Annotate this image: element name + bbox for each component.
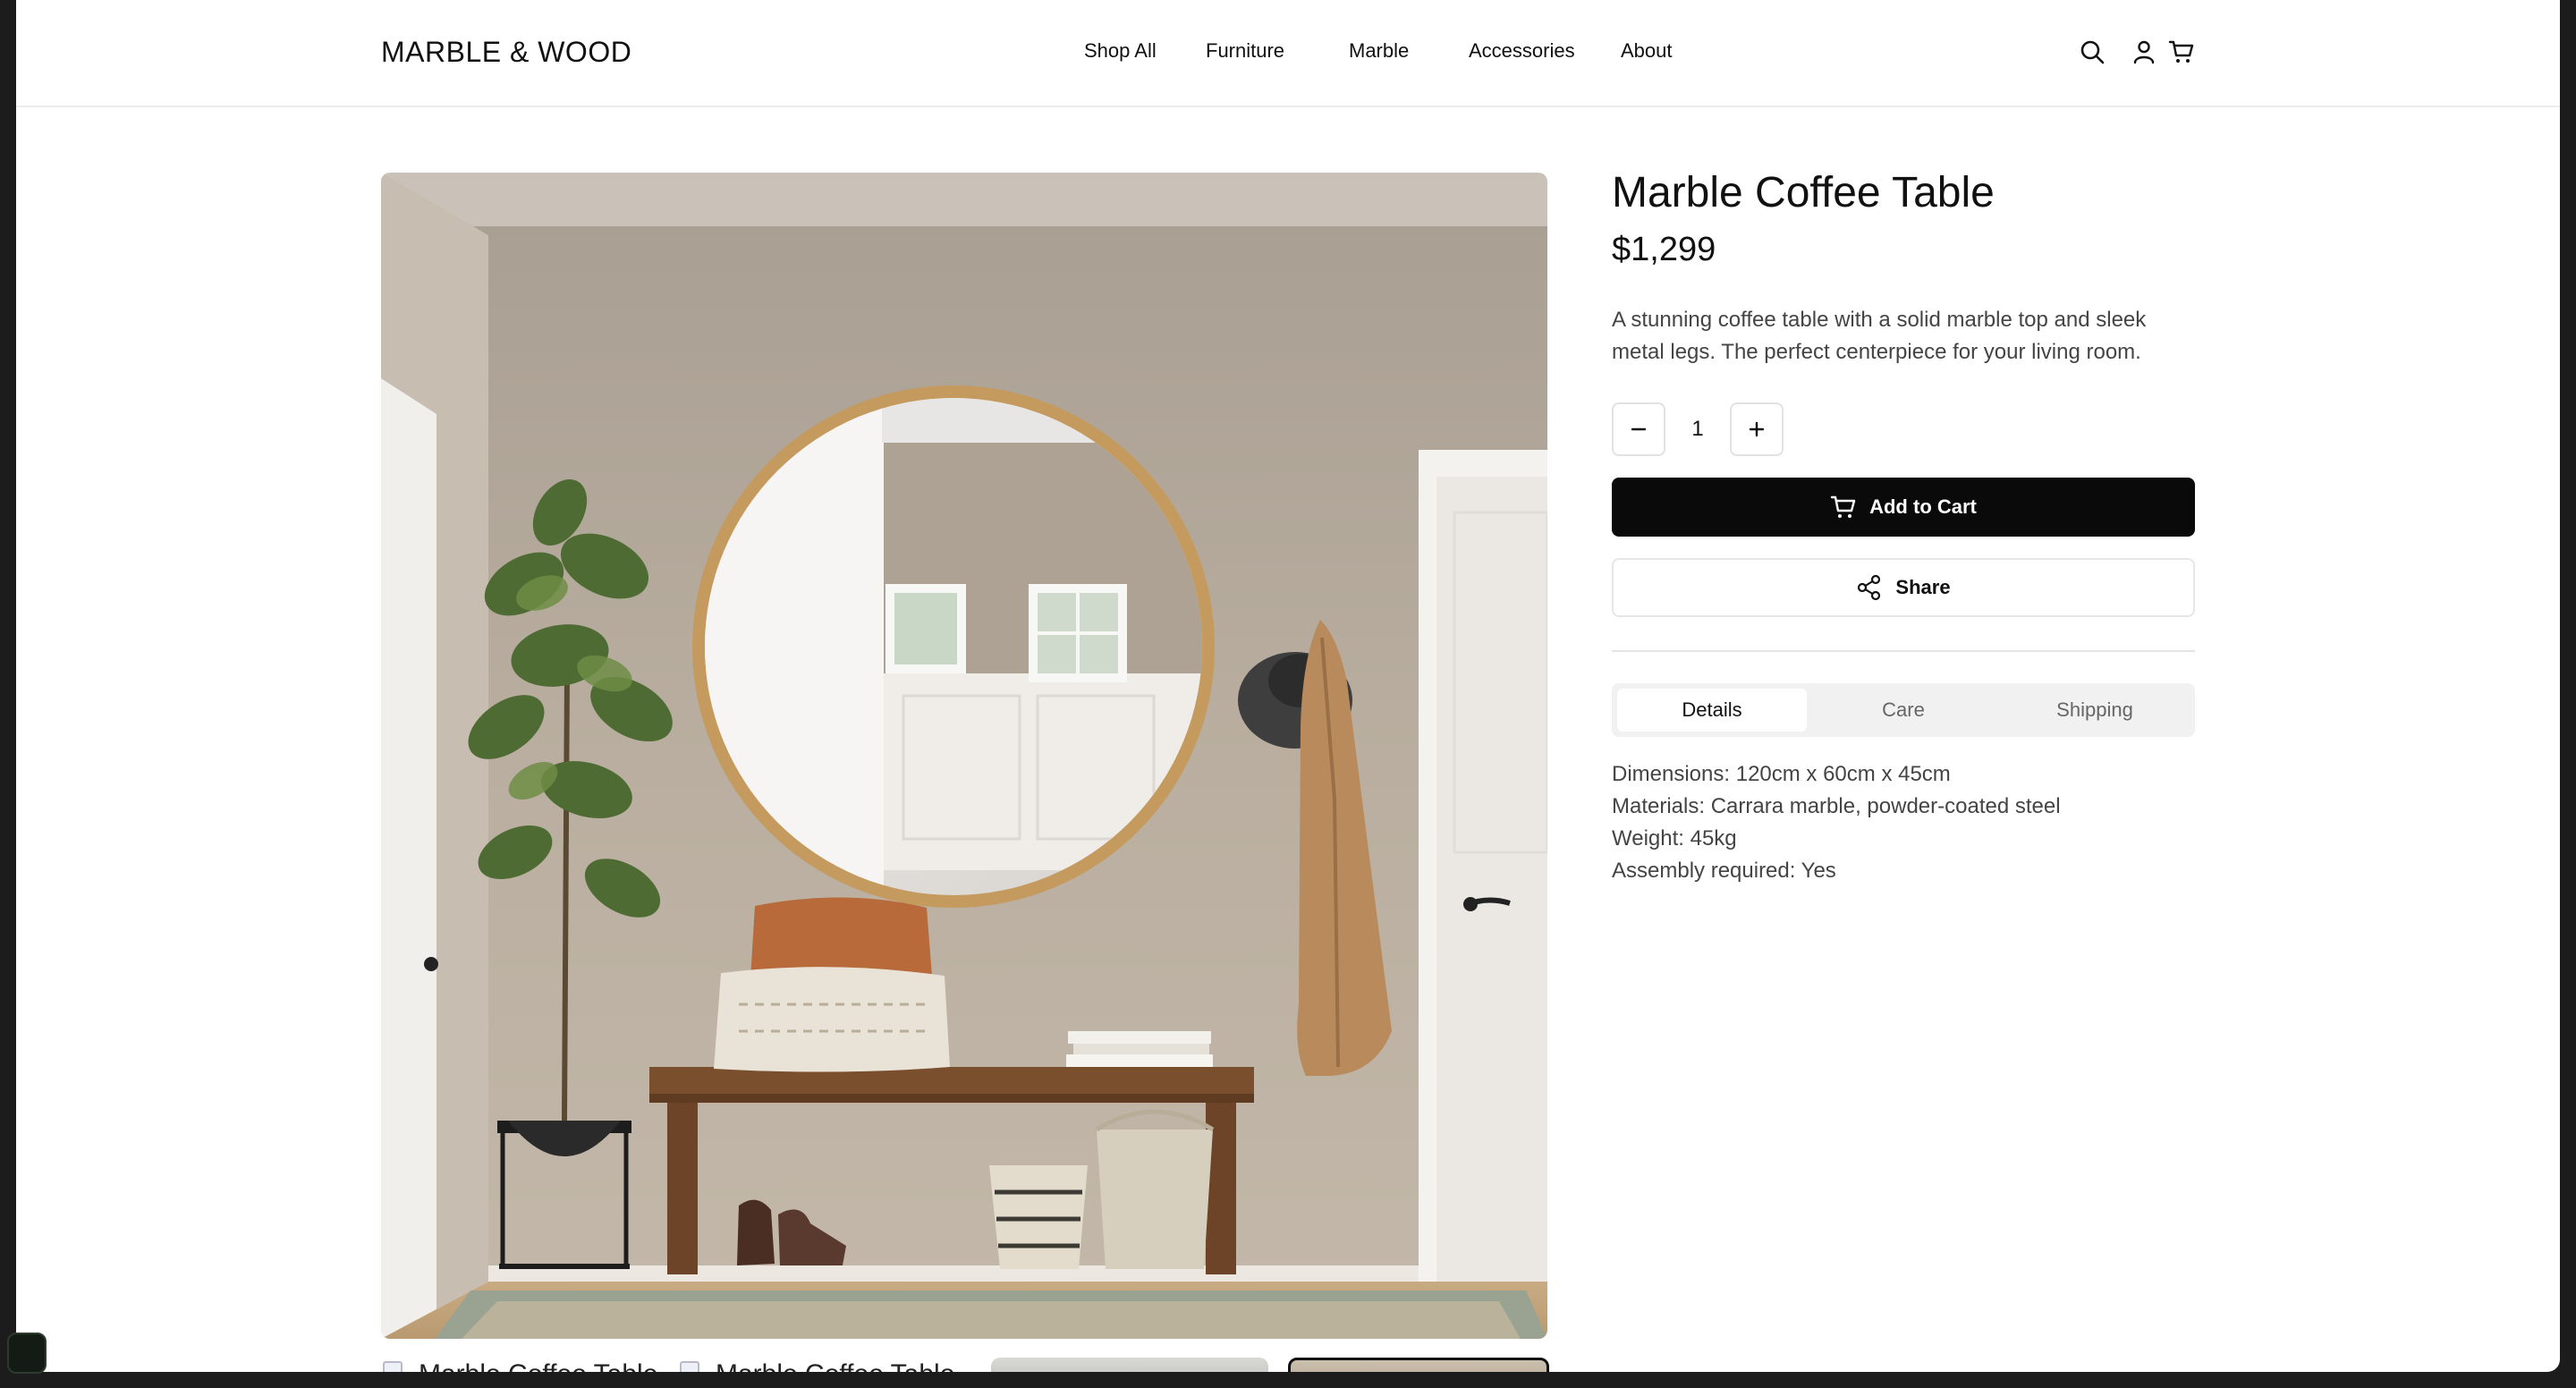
broken-image-icon bbox=[383, 1361, 402, 1372]
brand-logo[interactable]: MARBLE & WOOD bbox=[381, 36, 631, 69]
product-title: Marble Coffee Table bbox=[1612, 169, 1995, 216]
share-button[interactable]: Share bbox=[1612, 558, 2195, 617]
nav-marble[interactable]: Marble bbox=[1349, 39, 1409, 63]
quantity-value[interactable]: 1 bbox=[1667, 402, 1728, 456]
add-to-cart-button[interactable]: Add to Cart bbox=[1612, 478, 2195, 537]
browser-window: MARBLE & WOOD Shop All Furniture Marble … bbox=[16, 0, 2560, 1372]
detail-dimensions: Dimensions: 120cm x 60cm x 45cm bbox=[1612, 762, 1951, 786]
thumbnail-alt-text: Marble Coffee Table bbox=[716, 1359, 954, 1372]
tab-care[interactable]: Care bbox=[1809, 689, 1998, 732]
thumbnail-image[interactable] bbox=[991, 1358, 1268, 1372]
minus-icon bbox=[1631, 427, 1647, 431]
details-panel: Dimensions: 120cm x 60cm x 45cm Material… bbox=[1612, 758, 2061, 887]
thumbnail-image[interactable]: Marble Coffee Table bbox=[381, 1358, 658, 1372]
devtools-toggle[interactable] bbox=[7, 1333, 47, 1374]
share-icon bbox=[1858, 574, 1881, 601]
search-icon[interactable] bbox=[2079, 38, 2106, 65]
tab-details[interactable]: Details bbox=[1617, 689, 1807, 732]
quantity-decrease-button[interactable] bbox=[1612, 402, 1665, 456]
nav-about[interactable]: About bbox=[1621, 39, 1673, 63]
account-icon[interactable] bbox=[2131, 38, 2157, 65]
detail-materials: Materials: Carrara marble, powder-coated… bbox=[1612, 794, 2061, 818]
thumbnail-image-selected[interactable] bbox=[1288, 1358, 1549, 1372]
add-to-cart-label: Add to Cart bbox=[1869, 495, 1977, 518]
detail-assembly: Assembly required: Yes bbox=[1612, 859, 1836, 883]
thumbnail-image[interactable]: Marble Coffee Table bbox=[678, 1358, 955, 1372]
product-info-tabs: Details Care Shipping bbox=[1612, 683, 2195, 737]
thumbnail-alt-text: Marble Coffee Table bbox=[419, 1359, 657, 1372]
nav-shop-all[interactable]: Shop All bbox=[1084, 39, 1157, 63]
product-main-image[interactable] bbox=[381, 173, 1547, 1339]
cart-icon[interactable] bbox=[2168, 38, 2195, 65]
tab-shipping[interactable]: Shipping bbox=[2000, 689, 2190, 732]
broken-image-icon bbox=[680, 1361, 699, 1372]
nav-accessories[interactable]: Accessories bbox=[1469, 39, 1575, 63]
detail-weight: Weight: 45kg bbox=[1612, 826, 1737, 851]
quantity-increase-button[interactable] bbox=[1730, 402, 1784, 456]
plus-icon bbox=[1749, 421, 1765, 437]
cart-icon bbox=[1830, 495, 1856, 518]
site-header: MARBLE & WOOD Shop All Furniture Marble … bbox=[16, 0, 2560, 107]
product-price: $1,299 bbox=[1612, 231, 1716, 268]
product-description: A stunning coffee table with a solid mar… bbox=[1612, 308, 2147, 364]
nav-furniture[interactable]: Furniture bbox=[1206, 39, 1284, 63]
section-divider bbox=[1612, 650, 2195, 652]
thumbnail-strip: Marble Coffee Table Marble Coffee Table bbox=[381, 1358, 1549, 1372]
share-label: Share bbox=[1895, 576, 1951, 598]
